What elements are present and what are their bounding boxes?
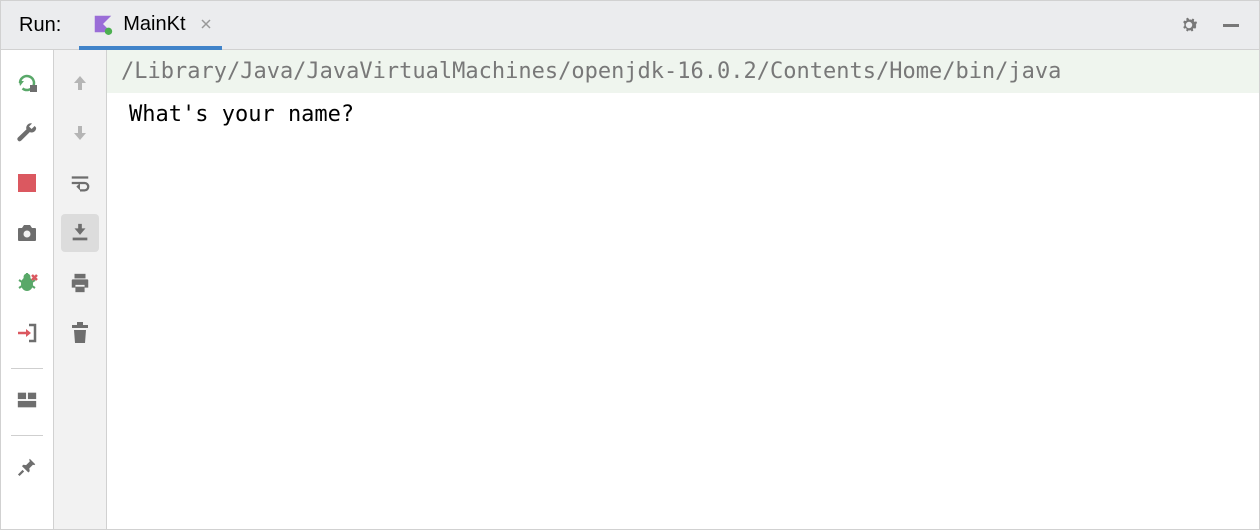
console-output-line: What's your name? [107,93,1259,136]
arrow-down-icon [61,114,99,152]
run-body: /Library/Java/JavaVirtualMachines/openjd… [1,50,1259,529]
layout-icon[interactable] [8,381,46,419]
gear-icon[interactable] [1177,13,1201,37]
rerun-button[interactable] [8,64,46,102]
run-tab-label: MainKt [123,13,185,36]
arrow-up-icon [61,64,99,102]
run-tool-window: Run: MainKt [0,0,1260,530]
kotlin-file-icon [91,12,115,36]
exit-icon[interactable] [8,314,46,352]
minimize-icon[interactable] [1219,13,1243,37]
stop-button[interactable] [8,164,46,202]
close-tab-icon[interactable] [198,16,214,32]
bug-icon[interactable] [8,264,46,302]
primary-toolbar [1,50,54,529]
run-title: Run: [1,14,79,37]
header-actions [1177,13,1259,37]
secondary-toolbar [54,50,107,529]
run-tab-mainkt[interactable]: MainKt [79,2,221,50]
run-header: Run: MainKt [1,1,1259,50]
camera-icon[interactable] [8,214,46,252]
console-command-line: /Library/Java/JavaVirtualMachines/openjd… [107,50,1259,93]
console-output-area[interactable]: /Library/Java/JavaVirtualMachines/openjd… [107,50,1259,529]
soft-wrap-icon[interactable] [61,164,99,202]
pin-icon[interactable] [8,448,46,486]
wrench-icon[interactable] [8,114,46,152]
print-icon[interactable] [61,264,99,302]
trash-icon[interactable] [61,314,99,352]
scroll-to-end-icon[interactable] [61,214,99,252]
toolbar-separator [11,435,43,436]
toolbar-separator [11,368,43,369]
